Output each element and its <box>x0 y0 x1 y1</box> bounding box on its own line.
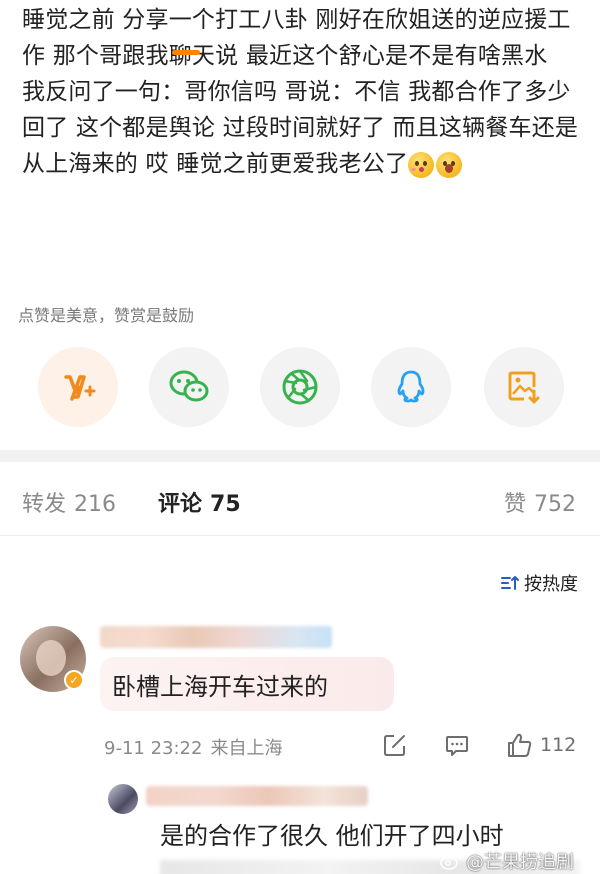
like-comment-button[interactable]: 112 <box>506 732 576 758</box>
shutter-icon <box>282 369 318 405</box>
comment-location: 来自上海 <box>210 738 283 759</box>
comment-icon <box>446 736 468 756</box>
weibo-logo-icon <box>440 853 461 870</box>
repost-comment-button[interactable] <box>382 732 408 758</box>
qq-penguin-icon <box>397 370 425 403</box>
tab-comments-label: 评论 <box>158 492 203 517</box>
watermark-text: @芒果捞追剧 <box>466 852 574 873</box>
sort-icon <box>501 576 519 590</box>
qq-share-button[interactable] <box>371 347 451 427</box>
tab-likes-label: 赞 <box>504 492 527 517</box>
comment-text: 卧槽上海开车过来的 <box>112 672 328 701</box>
tabs-bottom-border <box>0 535 600 536</box>
tab-comments[interactable]: 评论 75 <box>158 486 241 518</box>
comment-bubble[interactable]: 卧槽上海开车过来的 <box>100 657 394 711</box>
tab-comments-count: 75 <box>210 492 241 517</box>
post-paragraph-2: 我反问了一句：哥你信吗 哥说：不信 我都合作了多少回了 这个都是舆论 过段时间就… <box>22 79 579 177</box>
post-content: 睡觉之前 分享一个打工八卦 刚好在欣姐送的逆应援工作 那个哥跟我聊天说 最近这个… <box>22 2 582 182</box>
wechat-share-button[interactable] <box>149 347 229 427</box>
share-row <box>38 347 564 427</box>
save-image-button[interactable] <box>484 347 564 427</box>
reward-tip: 点赞是美意，赞赏是鼓励 <box>18 306 195 325</box>
commenter-name-blurred[interactable] <box>100 626 332 648</box>
tab-likes[interactable]: 赞 752 <box>504 486 576 518</box>
surprised-face-emoji <box>436 151 463 178</box>
comment-actions: 112 <box>380 730 590 762</box>
replier-avatar[interactable] <box>108 784 138 814</box>
moments-share-button[interactable] <box>260 347 340 427</box>
emoji-row <box>408 151 463 178</box>
thumbs-up-icon <box>508 733 532 757</box>
post-paragraph-2-wrap: 我反问了一句：哥你信吗 哥说：不信 我都合作了多少回了 这个都是舆论 过段时间就… <box>22 74 582 182</box>
wechat-icon <box>169 370 209 402</box>
v-plus-icon <box>64 375 96 401</box>
detail-tabs: 转发 216 评论 75 赞 752 <box>0 476 600 526</box>
active-tab-indicator <box>172 50 200 55</box>
reply-text[interactable]: 是的合作了很久 他们开了四小时 <box>160 816 504 851</box>
image-download-icon <box>508 371 540 404</box>
tab-repost[interactable]: 转发 216 <box>22 486 116 518</box>
post-paragraph-1: 睡觉之前 分享一个打工八卦 刚好在欣姐送的逆应援工作 那个哥跟我聊天说 最近这个… <box>22 7 571 69</box>
kiss-face-emoji <box>408 151 435 178</box>
comment-like-count: 112 <box>540 734 577 756</box>
sort-label: 按热度 <box>524 574 578 595</box>
reply-comment-button[interactable] <box>444 732 470 758</box>
verified-badge-icon: ✓ <box>64 670 84 690</box>
tab-repost-count: 216 <box>74 492 117 517</box>
tab-repost-label: 转发 <box>22 492 67 517</box>
weibo-vplus-button[interactable] <box>38 347 118 427</box>
section-divider <box>0 450 600 462</box>
sort-button[interactable]: 按热度 <box>500 570 578 596</box>
comment-time: 9-11 23:22 <box>104 738 203 759</box>
tab-likes-count: 752 <box>534 492 577 517</box>
watermark: @芒果捞追剧 <box>440 848 574 874</box>
share-edit-icon <box>384 735 405 756</box>
comment-meta: 9-11 23:22 来自上海 <box>104 734 282 760</box>
replier-name-blurred[interactable] <box>146 786 368 806</box>
